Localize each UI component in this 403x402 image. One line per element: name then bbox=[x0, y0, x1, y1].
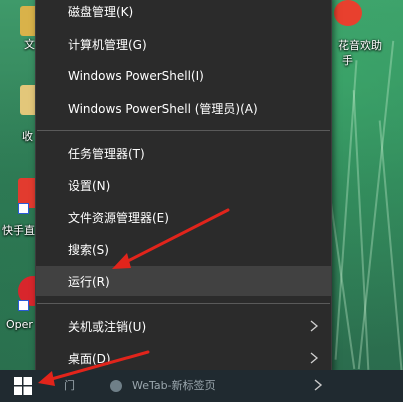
widget-label-line1: 花音欢助 bbox=[338, 39, 382, 52]
windows-logo-icon bbox=[14, 377, 32, 395]
menu-item-shutdown[interactable]: 关机或注销(U) bbox=[36, 311, 331, 341]
menu-item-label: 文件资源管理器(E) bbox=[68, 210, 169, 225]
flower-widget-icon[interactable] bbox=[334, 0, 362, 26]
chevron-right-icon bbox=[310, 320, 319, 332]
shortcut-arrow-icon bbox=[18, 203, 29, 214]
menu-item-computer-management[interactable]: 计算机管理(G) bbox=[36, 29, 331, 59]
widget-label-line2: 手 bbox=[342, 54, 353, 67]
taskbar: 门 WeTab-新标签页 bbox=[0, 370, 403, 402]
chevron-right-icon bbox=[310, 352, 319, 364]
menu-item-run[interactable]: 运行(R) bbox=[36, 266, 331, 296]
wetab-app-icon[interactable] bbox=[110, 380, 122, 392]
desktop-icon-label: 文 bbox=[24, 38, 35, 51]
menu-separator bbox=[37, 130, 330, 131]
desktop-icon-label: 收 bbox=[22, 130, 33, 143]
menu-item-task-manager[interactable]: 任务管理器(T) bbox=[36, 138, 331, 168]
menu-item-label: 计算机管理(G) bbox=[68, 37, 147, 52]
chevron-right-icon[interactable] bbox=[313, 378, 323, 392]
menu-item-desktop[interactable]: 桌面(D) bbox=[36, 343, 331, 373]
desktop-icon-label: 快手直 bbox=[2, 224, 35, 237]
menu-item-label: 磁盘管理(K) bbox=[68, 4, 134, 19]
shortcut-arrow-icon bbox=[18, 300, 29, 311]
menu-item-file-explorer[interactable]: 文件资源管理器(E) bbox=[36, 202, 331, 232]
wallpaper-stalk bbox=[357, 40, 395, 370]
desktop-screen: 文 收 快手直 Oper 花音欢助 手 磁盘管理(K) 计算机管理(G) Win… bbox=[0, 0, 403, 402]
winx-context-menu: 磁盘管理(K) 计算机管理(G) Windows PowerShell(I) W… bbox=[35, 0, 332, 372]
menu-item-label: Windows PowerShell(I) bbox=[68, 69, 204, 83]
desktop-icon-label: Oper bbox=[6, 318, 33, 331]
menu-item-label: 任务管理器(T) bbox=[68, 146, 145, 161]
menu-item-label: 搜索(S) bbox=[68, 242, 109, 257]
menu-item-powershell[interactable]: Windows PowerShell(I) bbox=[36, 61, 331, 91]
menu-item-label: 运行(R) bbox=[68, 274, 110, 289]
menu-item-label: 设置(N) bbox=[68, 178, 111, 193]
menu-item-disk-management[interactable]: 磁盘管理(K) bbox=[36, 0, 331, 26]
start-button[interactable] bbox=[0, 370, 46, 402]
wallpaper-stalk bbox=[378, 120, 403, 380]
menu-item-search[interactable]: 搜索(S) bbox=[36, 234, 331, 264]
menu-item-label: Windows PowerShell (管理员)(A) bbox=[68, 101, 258, 116]
menu-item-label: 关机或注销(U) bbox=[68, 319, 147, 334]
menu-item-powershell-admin[interactable]: Windows PowerShell (管理员)(A) bbox=[36, 93, 331, 123]
menu-item-label: 桌面(D) bbox=[68, 351, 111, 366]
taskbar-app-title[interactable]: WeTab-新标签页 bbox=[132, 377, 216, 393]
menu-separator bbox=[37, 303, 330, 304]
taskbar-search-text[interactable]: 门 bbox=[64, 377, 75, 393]
menu-item-settings[interactable]: 设置(N) bbox=[36, 170, 331, 200]
